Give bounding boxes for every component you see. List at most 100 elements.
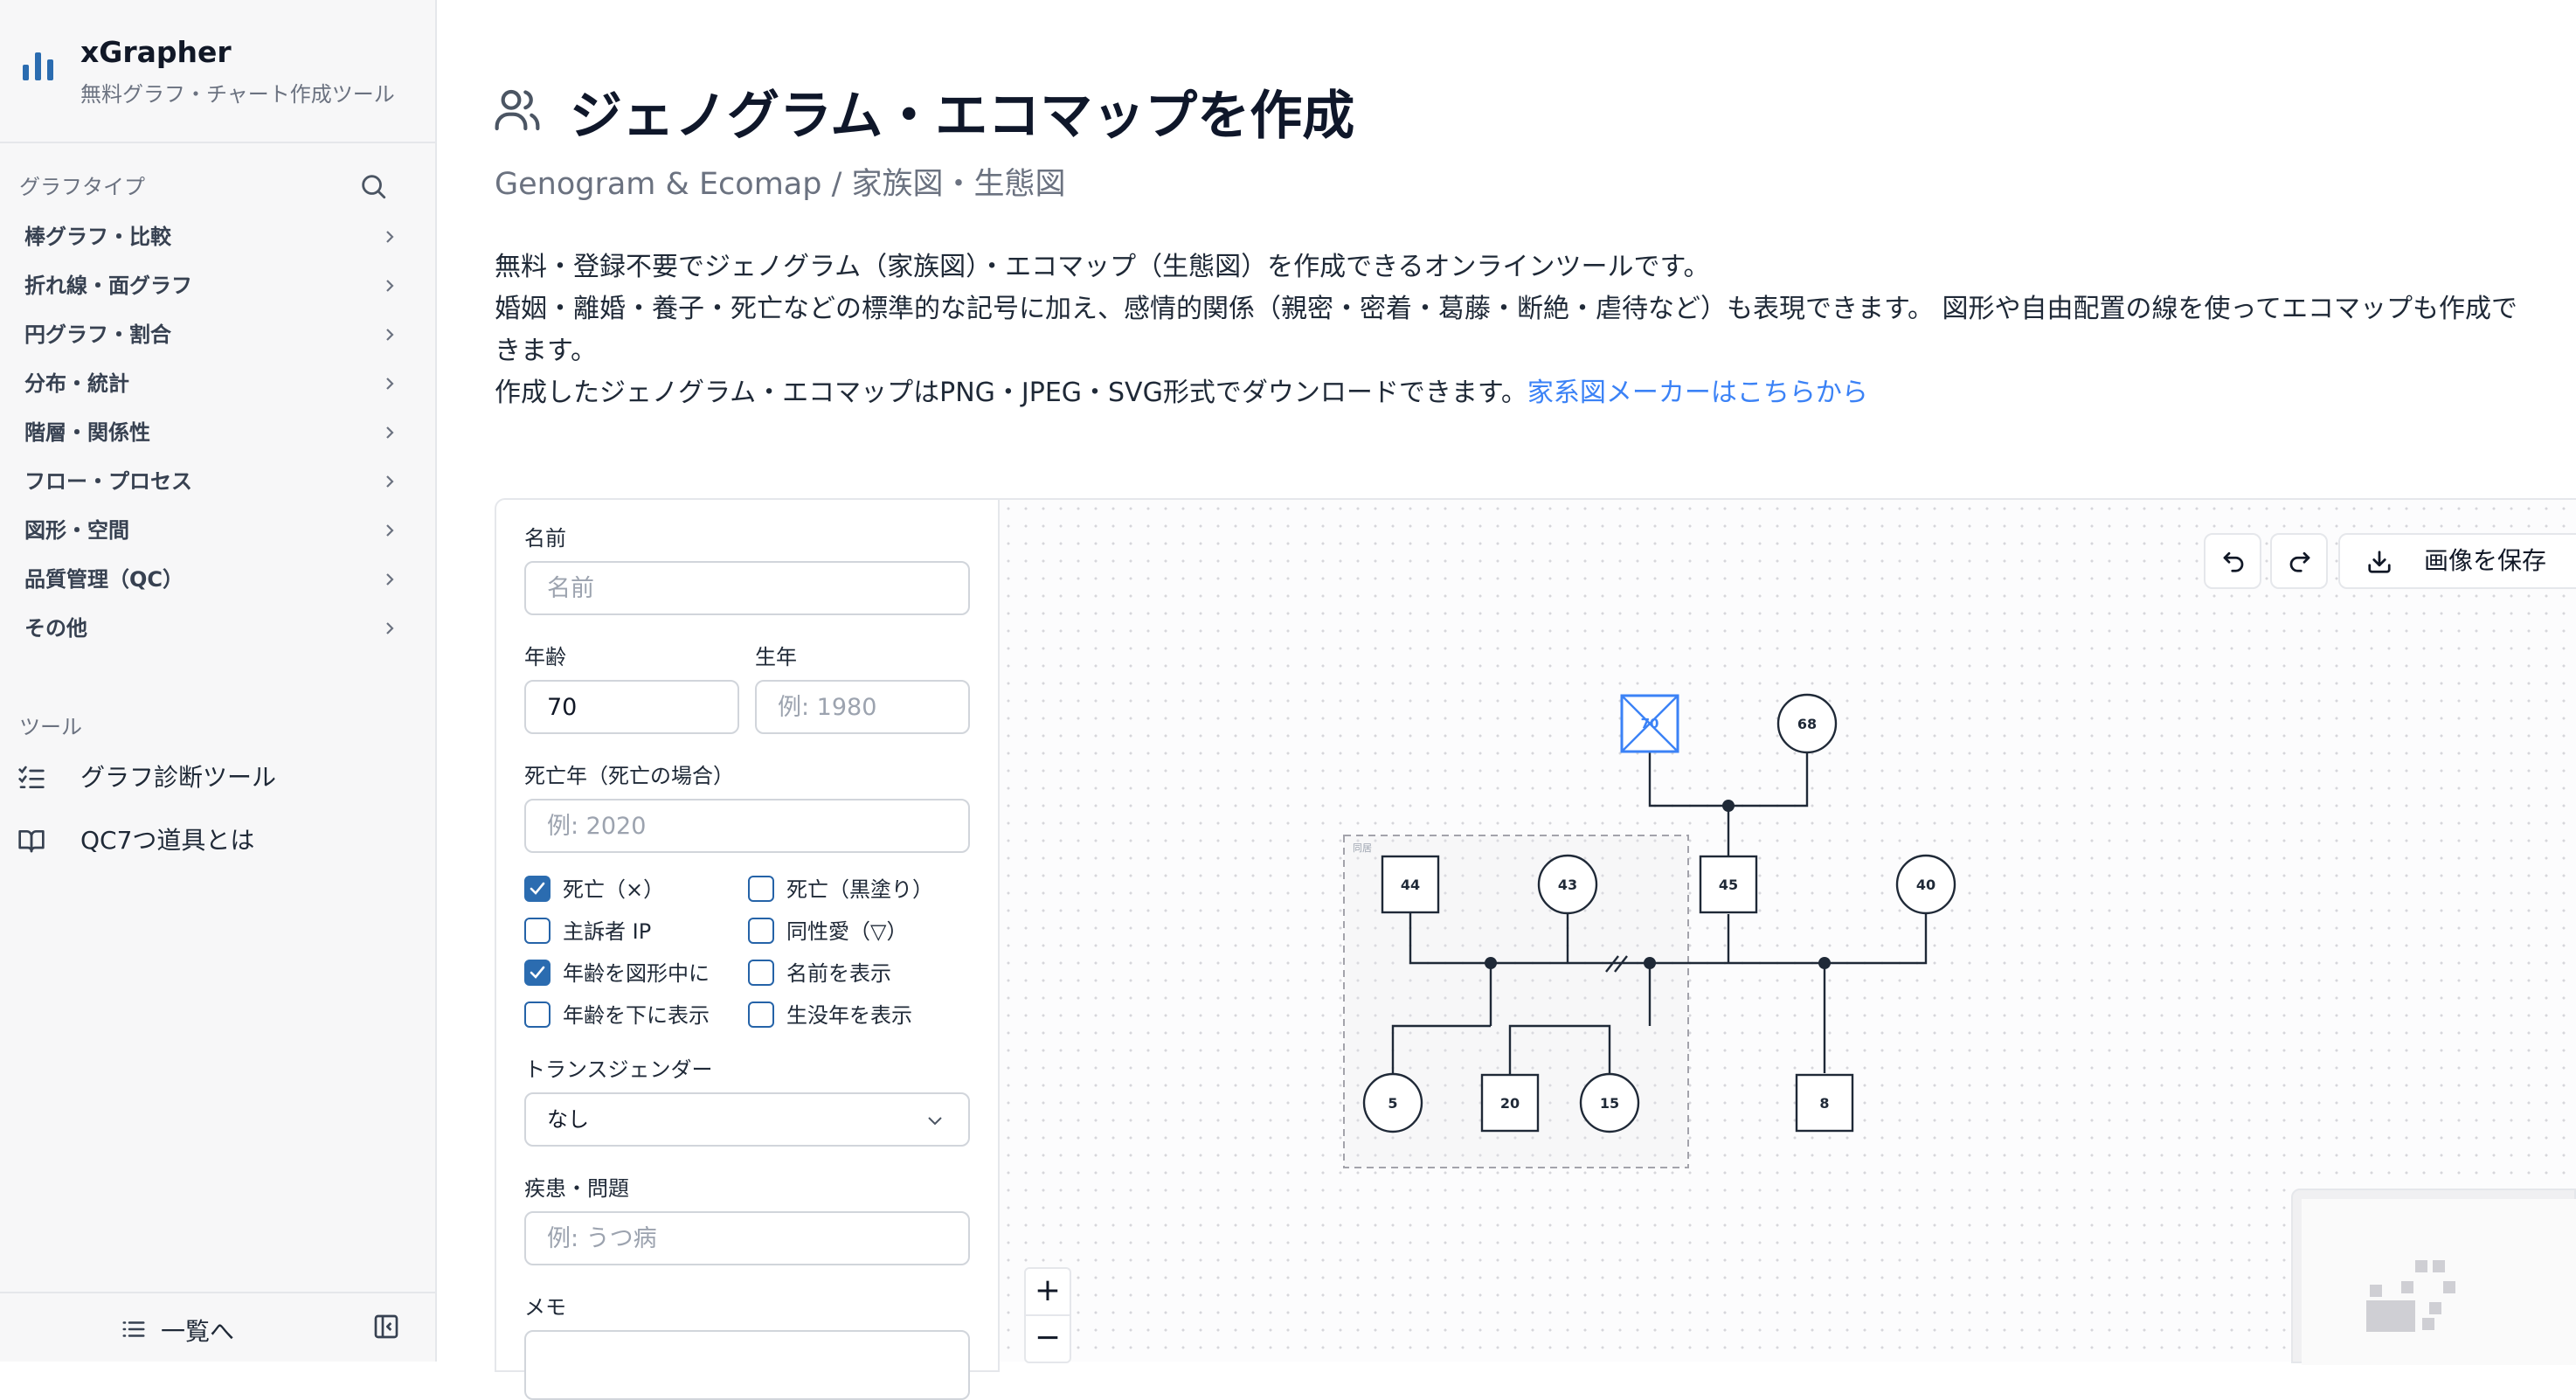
list-icon [122, 1321, 145, 1337]
check-icon [530, 966, 545, 979]
chevron-right-icon [386, 475, 394, 488]
minimap-preview [2302, 1199, 2576, 1365]
checkbox-box[interactable] [524, 876, 551, 902]
person-node-gf[interactable]: 70 [1620, 694, 1679, 753]
zoom-out-button[interactable]: − [1026, 1316, 1070, 1362]
brand-tagline: 無料グラフ・チャート作成ツール [80, 82, 395, 107]
sidebar-item-line[interactable]: 折れ線・面グラフ [24, 264, 400, 308]
person-node-c1[interactable]: 5 [1362, 1072, 1423, 1133]
sidebar-item-bar[interactable]: 棒グラフ・比較 [24, 215, 400, 259]
person-node-p3[interactable]: 45 [1699, 855, 1758, 914]
death-year-label: 死亡年（死亡の場合） [524, 764, 734, 788]
sidebar-item-flow[interactable]: フロー・プロセス [24, 460, 400, 503]
name-input[interactable] [524, 561, 970, 615]
checkbox-box[interactable] [524, 960, 551, 986]
person-age: 70 [1641, 716, 1659, 731]
page-subtitle: Genogram & Ecomap / 家族図・生態図 [495, 167, 1066, 202]
transgender-label: トランスジェンダー [524, 1057, 713, 1082]
tools-label: ツール [19, 715, 82, 739]
checkbox-box[interactable] [748, 1001, 774, 1028]
sidebar-item-label: フロー・プロセス [24, 469, 192, 494]
description-line: 無料・登録不要でジェノグラム（家族図）・エコマップ（生態図）を作成できるオンライ… [495, 252, 1710, 282]
sidebar-item-label: 円グラフ・割合 [24, 322, 171, 347]
sidebar-item-label: その他 [24, 616, 87, 641]
description-line: きます。 [495, 336, 597, 366]
genogram-canvas[interactable]: 画像を保存 同居 70 68 44 43 45 40 5 20 15 8 + − [1000, 498, 2576, 1365]
sidebar-item-pie[interactable]: 円グラフ・割合 [24, 313, 400, 357]
person-node-c2[interactable]: 20 [1480, 1073, 1540, 1133]
sidebar-item-label: 折れ線・面グラフ [24, 274, 192, 298]
person-node-c4[interactable]: 8 [1795, 1073, 1854, 1133]
checkbox-box[interactable] [748, 960, 774, 986]
person-age: 8 [1819, 1095, 1829, 1112]
person-age: 68 [1797, 716, 1817, 732]
page-title: ジェノグラム・エコマップを作成 [570, 86, 1355, 147]
list-check-icon [18, 766, 45, 788]
sidebar-item-hierarchy[interactable]: 階層・関係性 [24, 411, 400, 454]
birth-year-input[interactable] [755, 680, 970, 734]
memo-label: メモ [524, 1295, 566, 1320]
name-label: 名前 [524, 526, 566, 551]
sidebar-item-qc[interactable]: 品質管理（QC） [24, 558, 400, 601]
brand-name: xGrapher [80, 35, 232, 69]
brand-header[interactable]: xGrapher 無料グラフ・チャート作成ツール [0, 0, 435, 143]
sidebar-footer: 一覧へ [0, 1292, 435, 1363]
checkbox-label: 主訴者 IP [563, 919, 652, 944]
graph-types-label: グラフタイプ [19, 175, 145, 199]
sidebar-item-other[interactable]: その他 [24, 606, 400, 650]
chevron-right-icon [386, 280, 394, 292]
checkbox-box[interactable] [748, 876, 774, 902]
page-description: 無料・登録不要でジェノグラム（家族図）・エコマップ（生態図）を作成できるオンライ… [495, 246, 2576, 414]
illness-label: 疾患・問題 [524, 1176, 629, 1201]
cohabitation-group-label: 同居 [1353, 842, 1372, 854]
sidebar-item-label: 分布・統計 [24, 371, 129, 396]
checkbox-box[interactable] [524, 918, 551, 944]
sidebar-collapse-icon[interactable] [372, 1313, 400, 1341]
checkbox-label: 名前を表示 [786, 961, 891, 986]
sidebar-tool-label: QC7つ道具とは [80, 826, 255, 855]
checkbox-label: 年齢を図形中に [563, 961, 710, 986]
birth-year-label: 生年 [755, 645, 797, 669]
checkbox-label: 死亡（黒塗り） [786, 877, 933, 902]
check-icon [530, 882, 545, 895]
book-icon [18, 830, 45, 853]
description-line: 婚姻・離婚・養子・死亡などの標準的な記号に加え、感情的関係（親密・密着・葛藤・断… [495, 294, 2518, 324]
transgender-select[interactable]: なし [524, 1092, 970, 1147]
memo-textarea[interactable] [524, 1330, 970, 1400]
person-node-p2[interactable]: 43 [1537, 854, 1598, 915]
checkbox-box[interactable] [524, 1001, 551, 1028]
sidebar-item-label: 図形・空間 [24, 518, 129, 543]
checkbox-box[interactable] [748, 918, 774, 944]
person-node-p4[interactable]: 40 [1895, 854, 1956, 915]
illness-input[interactable] [524, 1211, 970, 1265]
person-node-gm[interactable]: 68 [1776, 693, 1838, 754]
users-icon [495, 89, 540, 131]
person-editor-panel: 名前 年齢 生年 死亡年（死亡の場合） 死亡（×） 死亡（黒塗り） 主訴者 IP… [495, 498, 1000, 1400]
person-age: 40 [1916, 877, 1935, 893]
sidebar-item-label: 品質管理（QC） [24, 567, 184, 592]
age-input[interactable] [524, 680, 739, 734]
sidebar: xGrapher 無料グラフ・チャート作成ツール グラフタイプ 棒グラフ・比較 … [0, 0, 437, 1362]
checkbox-label: 同性愛（▽） [786, 919, 908, 944]
chevron-right-icon [386, 622, 394, 634]
sidebar-item-distribution[interactable]: 分布・統計 [24, 362, 400, 405]
person-node-p1[interactable]: 44 [1381, 855, 1440, 914]
death-year-input[interactable] [524, 799, 970, 853]
sidebar-tool-graph-diagnosis[interactable]: グラフ診断ツール [17, 753, 419, 802]
person-age: 15 [1600, 1095, 1619, 1112]
description-line: 作成したジェノグラム・エコマップはPNG・JPEG・SVG形式でダウンロードでき… [495, 372, 2576, 414]
transgender-selected-value: なし [547, 1107, 589, 1132]
minimap[interactable] [2291, 1189, 2576, 1365]
sidebar-item-label: 棒グラフ・比較 [24, 225, 171, 249]
sidebar-item-shape[interactable]: 図形・空間 [24, 509, 400, 552]
back-to-list-label: 一覧へ [161, 1317, 235, 1346]
person-node-c3[interactable]: 15 [1579, 1072, 1640, 1133]
chevron-right-icon [386, 329, 394, 341]
bar-chart-logo-icon [23, 52, 53, 80]
sidebar-tool-qc7[interactable]: QC7つ道具とは [17, 816, 419, 865]
family-tree-maker-link[interactable]: 家系図メーカーはこちらから [1527, 378, 1868, 408]
person-age: 43 [1558, 877, 1577, 893]
search-icon[interactable] [358, 171, 388, 201]
person-age: 20 [1500, 1095, 1520, 1112]
zoom-in-button[interactable]: + [1026, 1269, 1070, 1316]
